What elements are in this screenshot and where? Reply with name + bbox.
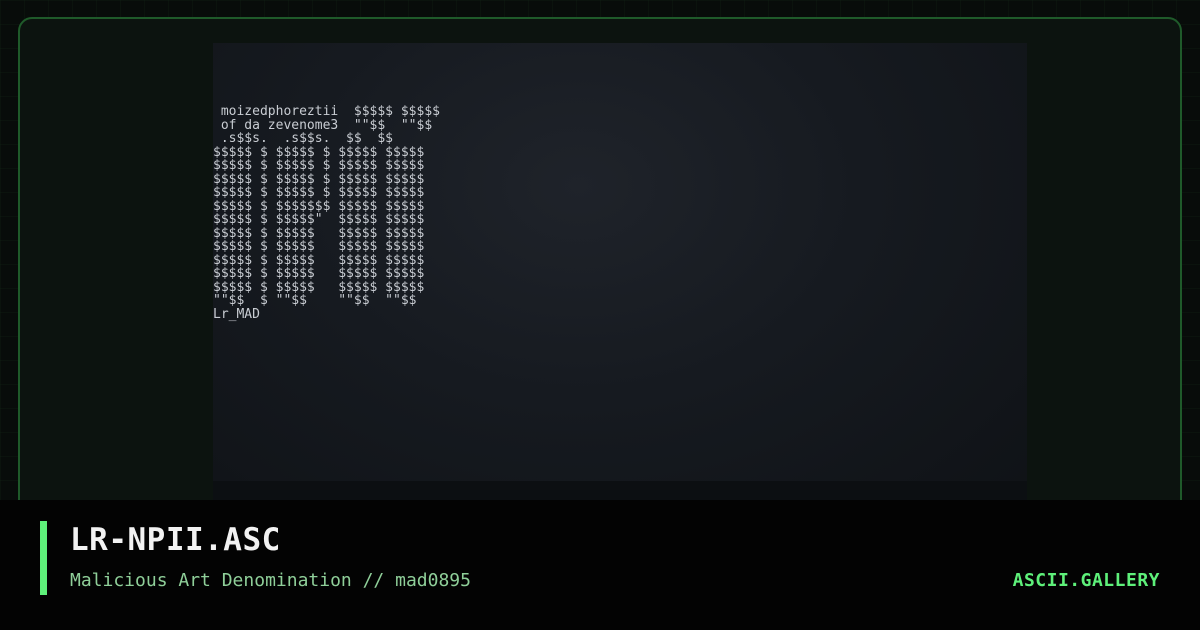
artwork-subtitle: Malicious Art Denomination // mad0895 <box>70 570 471 591</box>
accent-bar <box>40 521 47 595</box>
caption-bar: LR-NPII.ASC Malicious Art Denomination /… <box>0 500 1200 630</box>
artwork-title: LR-NPII.ASC <box>70 522 281 558</box>
ascii-art: moizedphoreztii $$$$$ $$$$$ of da zeveno… <box>213 104 440 322</box>
artwork-preview[interactable]: moizedphoreztii $$$$$ $$$$$ of da zeveno… <box>213 43 1027 519</box>
site-brand[interactable]: ASCII.GALLERY <box>1013 570 1160 591</box>
